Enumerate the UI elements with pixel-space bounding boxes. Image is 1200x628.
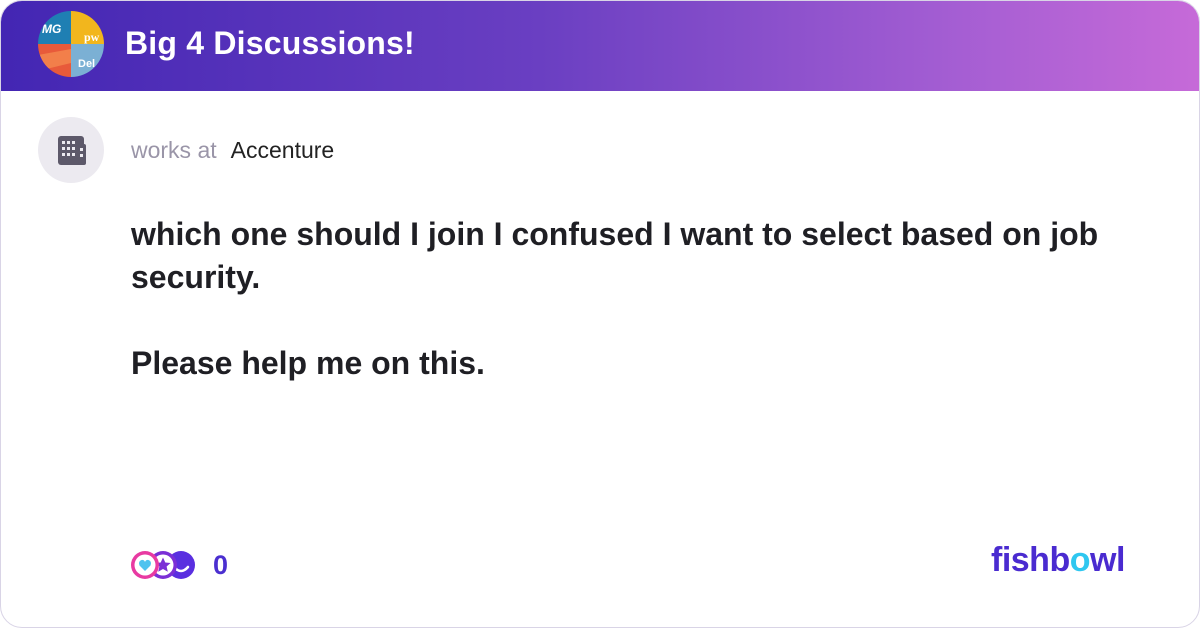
post-card: MG pw Del Big 4 Discussions! works at Ac… bbox=[0, 0, 1200, 628]
company-name[interactable]: Accenture bbox=[231, 137, 335, 164]
reaction-icons[interactable] bbox=[131, 549, 199, 581]
bowl-avatar[interactable]: MG pw Del bbox=[38, 11, 104, 77]
heart-icon bbox=[131, 551, 159, 579]
building-icon bbox=[58, 136, 86, 165]
brand-part-2: o bbox=[1069, 541, 1091, 579]
fishbowl-logo[interactable]: fishbowl bbox=[991, 541, 1125, 580]
bowl-header[interactable]: MG pw Del Big 4 Discussions! bbox=[1, 1, 1199, 91]
brand-part-3: wl bbox=[1090, 541, 1125, 579]
author-info: works at Accenture bbox=[131, 137, 334, 164]
avatar-text-2: pw bbox=[84, 30, 100, 44]
reaction-count: 0 bbox=[213, 549, 229, 580]
avatar-text-1: MG bbox=[42, 22, 61, 36]
works-at-label: works at bbox=[131, 137, 217, 163]
bowl-title[interactable]: Big 4 Discussions! bbox=[125, 25, 415, 62]
avatar-text-3: Del bbox=[78, 58, 95, 70]
post-body[interactable]: which one should I join I confused I wan… bbox=[131, 213, 1131, 385]
post-text-line-2: Please help me on this. bbox=[131, 345, 485, 381]
reactions[interactable]: 0 bbox=[131, 549, 228, 581]
company-avatar[interactable] bbox=[38, 117, 104, 183]
post-text-line-1: which one should I join I confused I wan… bbox=[131, 216, 1099, 295]
brand-part-1: fishb bbox=[991, 541, 1070, 579]
